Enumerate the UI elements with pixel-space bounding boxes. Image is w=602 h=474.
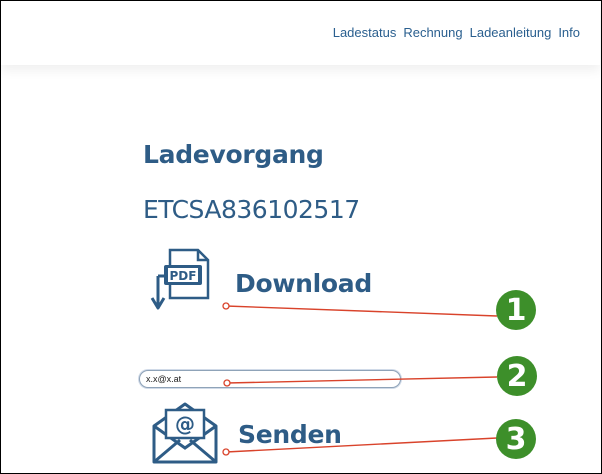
callout-badge-1: 1 [496,290,536,330]
callout-badge-2: 2 [497,356,537,396]
nav-item-ladeanleitung[interactable]: Ladeanleitung [470,25,552,40]
email-envelope-icon[interactable]: @ [150,400,220,464]
pdf-icon-text: PDF [170,269,197,283]
email-field[interactable] [139,370,401,388]
nav-item-ladestatus[interactable]: Ladestatus [333,25,397,40]
session-id: ETCSA836102517 [143,195,360,224]
svg-text:@: @ [175,412,195,436]
nav-item-info[interactable]: Info [558,25,580,40]
page-title: Ladevorgang [143,140,324,169]
callout-badge-3: 3 [496,419,536,459]
nav-item-rechnung[interactable]: Rechnung [403,25,462,40]
pdf-download-icon[interactable]: PDF [150,248,214,314]
nav-menu: Ladestatus Rechnung Ladeanleitung Info [333,25,580,40]
download-button[interactable]: PDF Download [150,248,390,318]
top-navigation-bar: Ladestatus Rechnung Ladeanleitung Info [1,1,600,65]
send-button[interactable]: @ Senden [150,400,370,470]
download-label[interactable]: Download [235,269,372,298]
send-label[interactable]: Senden [238,420,342,449]
